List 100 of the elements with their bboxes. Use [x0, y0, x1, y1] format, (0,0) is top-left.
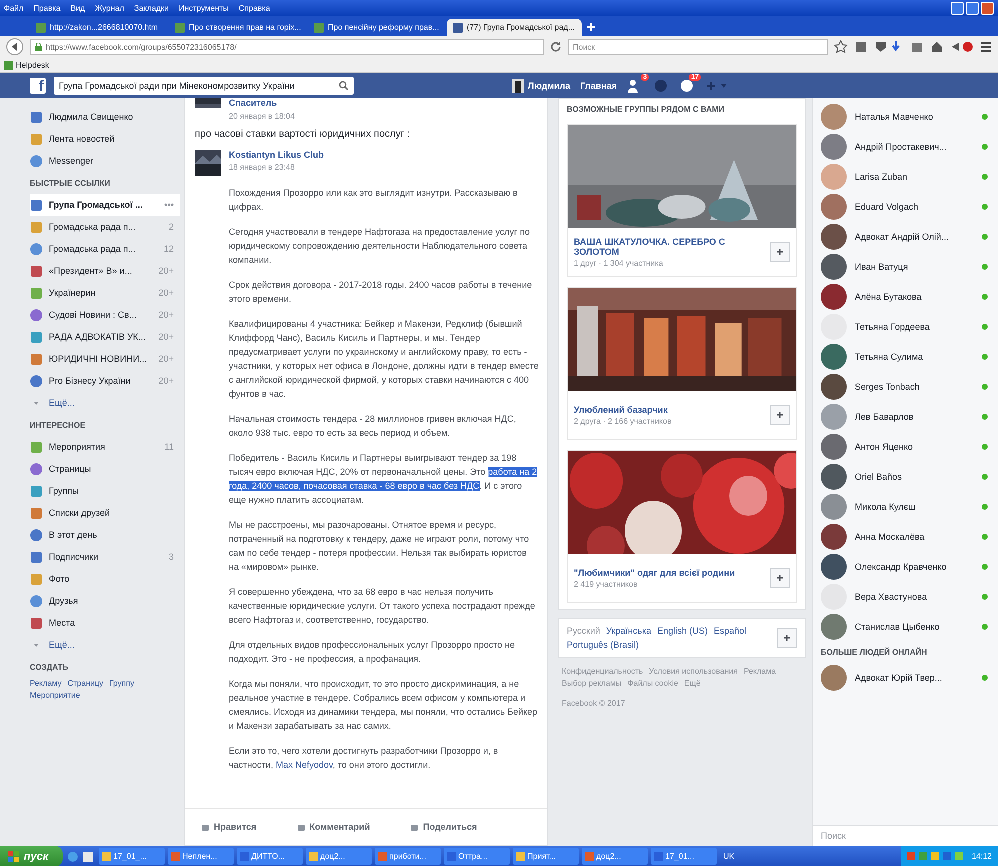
- chat-contact[interactable]: Oriel Baños: [813, 462, 998, 492]
- create-link[interactable]: Страницу: [68, 678, 104, 690]
- group-card[interactable]: Улюблений базарчик 2 друга · 2 166 участников: [567, 287, 797, 440]
- comment-button[interactable]: Комментарий: [296, 822, 370, 832]
- group-card[interactable]: ВАША ШКАТУЛОЧКА. СЕРЕБРО С ЗОЛОТОМ 1 друг · 1 304 участника: [567, 124, 797, 277]
- sidebar-item[interactable]: Места: [30, 612, 180, 634]
- taskbar-window[interactable]: 17_01...: [650, 848, 717, 865]
- sidebar-item[interactable]: Українерин 20+: [30, 282, 180, 304]
- share-button[interactable]: Поделиться: [410, 822, 478, 832]
- sidebar-item[interactable]: Мероприятия 11: [30, 436, 180, 458]
- author-name[interactable]: Спаситель: [229, 98, 295, 108]
- language-link[interactable]: Português (Brasil): [567, 639, 640, 651]
- menu-item[interactable]: Журнал: [95, 4, 124, 12]
- back-button[interactable]: [6, 38, 24, 56]
- maximize-button[interactable]: [966, 2, 979, 14]
- chat-contact[interactable]: Larisa Zuban: [813, 162, 998, 192]
- language-indicator[interactable]: UK: [724, 852, 735, 861]
- chat-contact[interactable]: Антон Яценко: [813, 432, 998, 462]
- quick-launch-icons-drawing[interactable]: [66, 850, 96, 864]
- minimize-button[interactable]: [951, 2, 964, 14]
- create-link[interactable]: Рекламу: [30, 678, 62, 690]
- sidebar-item[interactable]: РАДА АДВОКАТІВ УК... 20+: [30, 326, 180, 348]
- join-button[interactable]: [770, 568, 790, 588]
- sidebar-item[interactable]: Группы: [30, 480, 180, 502]
- taskbar-window[interactable]: 17_01_...: [98, 848, 165, 865]
- language-link[interactable]: English (US): [657, 625, 708, 637]
- join-button[interactable]: [770, 242, 790, 262]
- create-link[interactable]: Мероприятие: [30, 690, 80, 702]
- taskbar-window[interactable]: Оттра...: [444, 848, 510, 865]
- sidebar-item[interactable]: Громадська рада п... 2: [30, 216, 180, 238]
- chat-contact[interactable]: Serges Tonbach: [813, 372, 998, 402]
- chat-contact[interactable]: Лев Баварлов: [813, 402, 998, 432]
- reload-icon[interactable]: [550, 41, 562, 53]
- sidebar-item[interactable]: Фото: [30, 568, 180, 590]
- author-name[interactable]: Kostiantyn Likus Club: [229, 150, 324, 160]
- menu-item[interactable]: Инструменты: [179, 4, 229, 12]
- sidebar-item[interactable]: Друзья: [30, 590, 180, 612]
- sidebar-item[interactable]: Людмила Свищенко: [30, 106, 180, 128]
- sidebar-item[interactable]: Група Громадської ... •••: [30, 194, 180, 216]
- create-link[interactable]: Группу: [110, 678, 134, 690]
- menu-item[interactable]: Правка: [34, 4, 61, 12]
- sidebar-item[interactable]: Подписчики 3: [30, 546, 180, 568]
- new-tab-icon[interactable]: [586, 22, 596, 32]
- like-button[interactable]: Нравится: [201, 822, 257, 832]
- chat-contact[interactable]: Адвокат Андрій Олій...: [813, 222, 998, 252]
- browser-tab[interactable]: (77) Група Громадської рад...: [447, 19, 582, 36]
- chat-contact[interactable]: Олександр Кравченко: [813, 552, 998, 582]
- chat-contact[interactable]: Адвокат Юрій Твер...: [813, 663, 998, 693]
- menu-item[interactable]: Справка: [238, 4, 270, 12]
- chat-contact[interactable]: Анна Москалёва: [813, 522, 998, 552]
- sidebar-item[interactable]: Судові Новини : Св... 20+: [30, 304, 180, 326]
- menu-item[interactable]: Закладки: [134, 4, 170, 12]
- browser-tab[interactable]: http://zakon...2666810070.htm: [30, 19, 165, 36]
- close-button[interactable]: [981, 2, 994, 14]
- chat-contact[interactable]: Наталья Мавченко: [813, 102, 998, 132]
- chat-contact[interactable]: Тетьяна Сулима: [813, 342, 998, 372]
- browser-tab[interactable]: Про створення прав на горіх...: [169, 19, 304, 36]
- taskbar-window[interactable]: доц2...: [306, 848, 372, 865]
- add-language-button[interactable]: [777, 628, 797, 648]
- chat-contact[interactable]: Вера Хвастунова: [813, 582, 998, 612]
- taskbar-window[interactable]: Прият...: [512, 848, 579, 865]
- group-card[interactable]: "Любимчики" одяг для всієї родини 2 419 участников: [567, 450, 797, 603]
- address-field[interactable]: https://www.facebook.com/groups/655072316065178/: [30, 39, 544, 55]
- sidebar-item[interactable]: Списки друзей: [30, 502, 180, 524]
- sidebar-item[interactable]: Pro Бізнесу України 20+: [30, 370, 180, 392]
- group-name[interactable]: "Любимчики" одяг для всієї родини: [574, 568, 764, 578]
- taskbar-window[interactable]: приботи...: [374, 848, 441, 865]
- more-link[interactable]: Ещё...: [49, 640, 75, 650]
- sidebar-item[interactable]: Громадська рада п... 12: [30, 238, 180, 260]
- start-button[interactable]: пуск: [0, 846, 63, 866]
- language-link[interactable]: Español: [714, 625, 747, 637]
- menu-item[interactable]: Файл: [4, 4, 24, 12]
- sidebar-item[interactable]: Страницы: [30, 458, 180, 480]
- menu-icon[interactable]: [980, 41, 992, 53]
- more-link[interactable]: Ещё...: [49, 398, 75, 408]
- taskbar-window[interactable]: Неплен...: [168, 848, 234, 865]
- chat-contact[interactable]: Андрій Простакевич...: [813, 132, 998, 162]
- search-field[interactable]: Група Громадської ради при Мінекономрозвитку України: [54, 76, 354, 94]
- language-link[interactable]: Українська: [606, 625, 652, 637]
- chat-contact[interactable]: Станислав Цыбенко: [813, 612, 998, 642]
- chat-contact[interactable]: Тетьяна Гордеева: [813, 312, 998, 342]
- browser-tab[interactable]: Про пенсійну реформу прав...: [308, 19, 443, 36]
- taskbar-window[interactable]: ДИТТО...: [236, 848, 303, 865]
- sidebar-item[interactable]: Лента новостей: [30, 128, 180, 150]
- mention-link[interactable]: Max Nefyodov: [276, 760, 333, 770]
- group-name[interactable]: ВАША ШКАТУЛОЧКА. СЕРЕБРО С ЗОЛОТОМ: [574, 236, 764, 256]
- sidebar-item[interactable]: «Президент» В» и... 20+: [30, 260, 180, 282]
- home-link[interactable]: Главная: [580, 80, 618, 90]
- sidebar-item[interactable]: Messenger: [30, 150, 180, 172]
- group-name[interactable]: Улюблений базарчик: [574, 404, 764, 414]
- join-button[interactable]: [770, 405, 790, 425]
- chat-contact[interactable]: Алёна Бутакова: [813, 282, 998, 312]
- bookmark[interactable]: Helpdesk: [4, 60, 50, 70]
- search-field[interactable]: Поиск: [568, 39, 828, 55]
- facebook-logo[interactable]: f: [30, 78, 46, 94]
- menu-item[interactable]: Вид: [70, 4, 86, 12]
- profile-link[interactable]: Людмила: [512, 78, 571, 92]
- chat-contact[interactable]: Иван Ватуця: [813, 252, 998, 282]
- sidebar-item[interactable]: В этот день: [30, 524, 180, 546]
- chat-contact[interactable]: Микола Кулєш: [813, 492, 998, 522]
